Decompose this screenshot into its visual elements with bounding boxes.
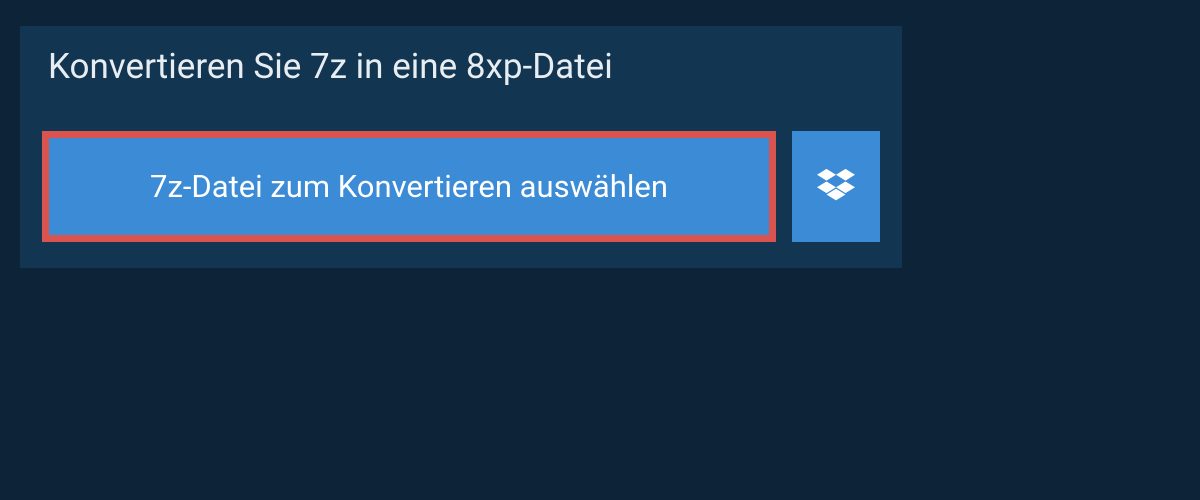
dropbox-button[interactable] <box>792 131 880 242</box>
action-row: 7z-Datei zum Konvertieren auswählen <box>20 109 902 268</box>
converter-panel: Konvertieren Sie 7z in eine 8xp-Datei 7z… <box>20 26 902 268</box>
select-file-button[interactable]: 7z-Datei zum Konvertieren auswählen <box>49 138 769 235</box>
dropbox-icon <box>817 166 855 208</box>
select-file-button-highlight: 7z-Datei zum Konvertieren auswählen <box>42 131 776 242</box>
page-title: Konvertieren Sie 7z in eine 8xp-Datei <box>20 26 641 109</box>
